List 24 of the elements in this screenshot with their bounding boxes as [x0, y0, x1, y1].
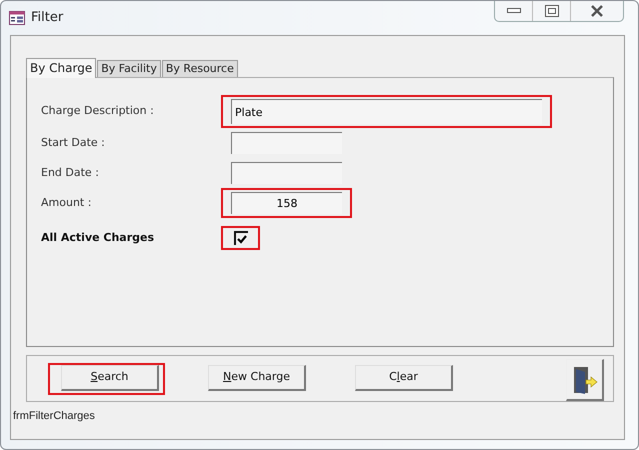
form-icon	[9, 11, 25, 25]
action-button[interactable]: Search	[61, 364, 159, 390]
input-field[interactable]	[231, 132, 342, 154]
field-label: Charge Description :	[41, 103, 155, 120]
field-label: End Date :	[41, 164, 100, 181]
field-label: Amount :	[41, 194, 92, 211]
maximize-icon	[544, 5, 558, 17]
window-title: Filter	[31, 9, 64, 28]
input-field[interactable]: 158	[231, 192, 342, 214]
tab[interactable]: By Charge	[26, 58, 96, 78]
form-name: frmFilterCharges	[13, 409, 96, 424]
action-button[interactable]: New Charge	[208, 364, 306, 390]
tab[interactable]: By Facility	[97, 60, 161, 77]
exit-button[interactable]	[566, 359, 604, 401]
close-icon	[590, 5, 604, 17]
input-field[interactable]	[231, 162, 342, 184]
input-field[interactable]: Plate	[231, 99, 542, 124]
door-icon	[572, 364, 598, 394]
action-button[interactable]: Clear	[355, 364, 453, 390]
tab[interactable]: By Resource	[162, 60, 238, 77]
minimize-icon	[506, 8, 520, 14]
field-label: All Active Charges	[41, 230, 156, 246]
field-label: Start Date :	[41, 134, 106, 151]
checkbox[interactable]	[234, 231, 248, 245]
